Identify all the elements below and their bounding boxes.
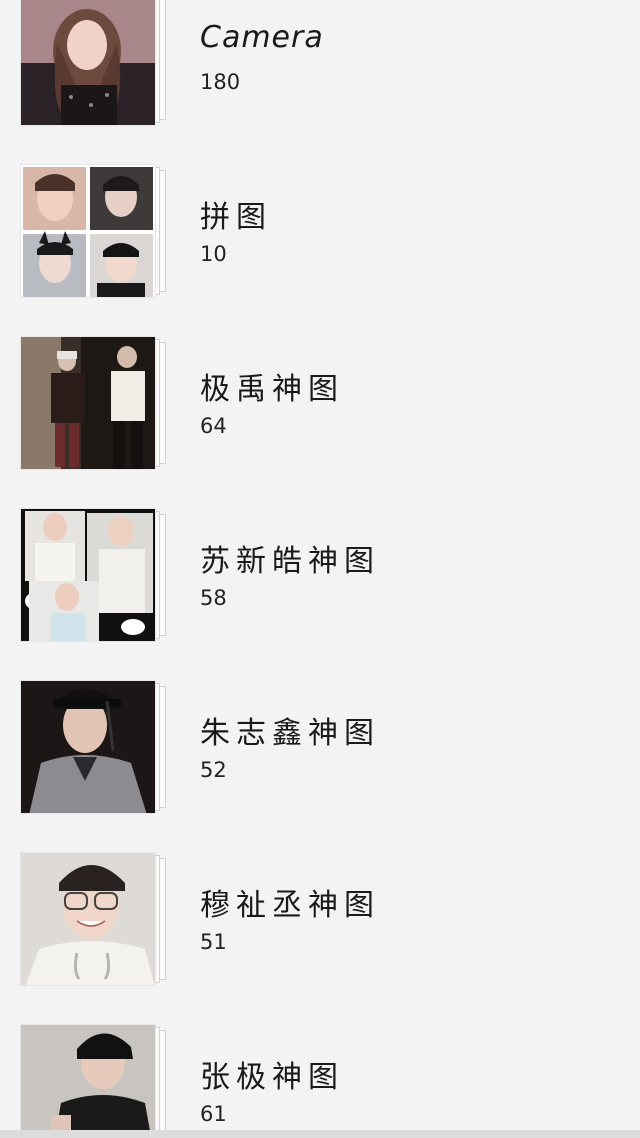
album-cover-image	[20, 164, 156, 298]
album-item-muzhicheng[interactable]: 穆祉丞神图 51	[0, 852, 640, 986]
album-item-collage[interactable]: 拼图 10	[0, 164, 640, 298]
album-cover-stack	[20, 1024, 170, 1138]
album-cover-stack	[20, 0, 170, 126]
album-cover-image	[20, 1024, 156, 1138]
album-title: Camera	[200, 20, 324, 55]
album-count: 10	[200, 242, 227, 266]
album-count: 51	[200, 930, 227, 954]
album-list: Camera 180 拼图 10 极禹神图 64 苏新皓神图 58 朱志鑫神图 …	[0, 0, 640, 1138]
album-cover-image	[20, 852, 156, 986]
bottom-edge-bar	[0, 1130, 640, 1138]
album-cover-image	[20, 680, 156, 814]
album-count: 58	[200, 586, 227, 610]
album-item-zhuzhixin[interactable]: 朱志鑫神图 52	[0, 680, 640, 814]
album-cover-image	[20, 0, 156, 126]
album-cover-stack	[20, 680, 170, 814]
album-cover-stack	[20, 164, 170, 298]
album-title: 苏新皓神图	[200, 544, 380, 579]
album-title: 拼图	[200, 200, 272, 235]
album-cover-image	[20, 508, 156, 642]
album-count: 64	[200, 414, 227, 438]
album-cover-stack	[20, 852, 170, 986]
album-title: 极禹神图	[200, 372, 344, 407]
album-item-suxinhao[interactable]: 苏新皓神图 58	[0, 508, 640, 642]
album-cover-stack	[20, 336, 170, 470]
album-cover-stack	[20, 508, 170, 642]
album-item-jiyu[interactable]: 极禹神图 64	[0, 336, 640, 470]
album-cover-image	[20, 336, 156, 470]
album-count: 180	[200, 70, 241, 94]
album-count: 52	[200, 758, 227, 782]
album-item-camera[interactable]: Camera 180	[0, 0, 640, 126]
album-count: 61	[200, 1102, 227, 1126]
album-item-zhangji[interactable]: 张极神图 61	[0, 1024, 640, 1138]
album-title: 张极神图	[200, 1060, 344, 1095]
album-title: 穆祉丞神图	[200, 888, 380, 923]
album-title: 朱志鑫神图	[200, 716, 380, 751]
